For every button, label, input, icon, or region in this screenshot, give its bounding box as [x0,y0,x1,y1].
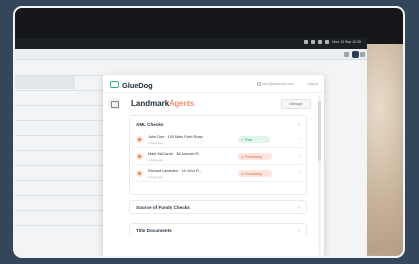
status-label: Processing [244,154,262,159]
chevron-up-icon[interactable]: ˄ [298,122,300,127]
check-date: 2 days ago [148,158,163,162]
os-menubar: Mon 13 Sep 10:30 [15,38,367,49]
user-email: user@example.com [261,82,294,86]
page-title-prefix: Landmark [131,99,170,108]
source-of-funds-section[interactable]: Source of Funds Checks ˅ [129,200,307,214]
page-title: LandmarkAgents [131,99,194,108]
status-label: Pass [244,137,253,142]
section-title: AML Checks [136,122,164,127]
title-documents-section[interactable]: Title Documents ˅ [129,223,307,237]
gluedog-logo-icon [110,81,119,88]
chevron-right-icon[interactable]: › [299,136,300,141]
scrollbar-thumb[interactable] [318,101,321,161]
check-date: 2 days ago [148,141,163,145]
chevron-down-icon[interactable]: ˅ [298,228,300,233]
page-title-suffix: Agents [169,99,195,108]
chevron-down-icon[interactable]: ˅ [298,205,300,210]
status-badge: ✓ Pass [238,136,270,143]
extension-popup: GlueDog user@example.com Logout Landmark… [103,75,324,256]
browser-menu-icon[interactable] [360,52,365,57]
list-item[interactable]: John Doe · 100 Main Field Road 2 days ag… [134,132,302,148]
search-icon[interactable] [318,40,323,44]
screenshot-card: Mon 13 Sep 10:30 GlueDog user@example.co… [13,6,405,258]
status-label: Processing [244,171,262,176]
aml-checks-section: AML Checks ˄ John Doe · 100 Main Field R… [129,115,307,195]
clock-icon: ◷ [241,171,244,176]
check-date: 2 days ago [148,175,163,179]
extension-icon[interactable] [344,52,349,57]
battery-icon[interactable] [304,40,309,44]
status-badge: ◷ Processing [238,170,272,177]
section-title: Source of Funds Checks [136,205,190,210]
check-name: Richard Lambden · 15 John Fi... [148,169,203,173]
app-logo-text: GlueDog [122,80,153,90]
person-icon [136,153,143,160]
person-icon [136,136,143,143]
control-center-icon[interactable] [325,40,330,44]
check-name: John Doe · 100 Main Field Road [148,135,203,139]
clock-icon: ◷ [241,154,244,159]
section-title: Title Documents [136,228,172,233]
user-icon [257,81,261,86]
logout-link[interactable]: Logout [307,82,318,86]
manage-button[interactable]: Manage [281,99,311,109]
check-name: Mark McCarrie · 38 Arundel R... [148,152,202,156]
list-item[interactable]: Mark McCarrie · 38 Arundel R... 2 days a… [134,149,302,165]
status-badge: ◷ Processing [238,153,272,160]
sidebar-toggle-icon[interactable] [108,98,120,109]
check-icon: ✓ [241,137,244,142]
list-item[interactable]: Richard Lambden · 15 John Fi... 2 days a… [134,166,302,182]
popup-header: GlueDog user@example.com Logout [103,75,324,93]
chevron-right-icon[interactable]: › [299,153,300,158]
browser-window: GlueDog user@example.com Logout Landmark… [15,49,367,256]
page-background-grid [15,75,103,256]
chevron-right-icon[interactable]: › [299,170,300,175]
person-icon [136,170,143,177]
wifi-icon[interactable] [311,40,316,44]
menubar-clock: Mon 13 Sep 10:30 [332,40,361,44]
gluedog-extension-icon[interactable] [352,51,359,58]
manage-button-label: Manage [289,102,303,106]
browser-toolbar [15,49,367,60]
